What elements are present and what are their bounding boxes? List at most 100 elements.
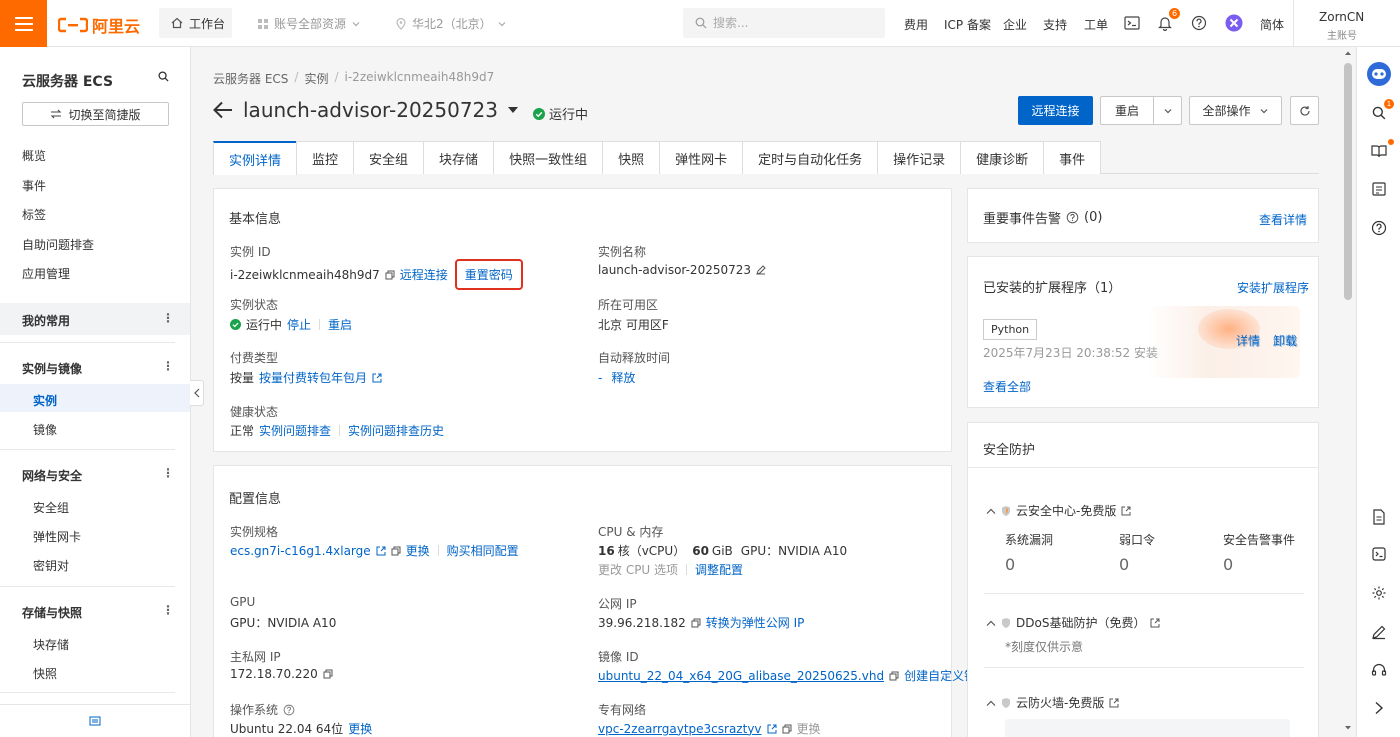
tab-health-diagnosis[interactable]: 健康诊断: [960, 141, 1045, 174]
alert-count[interactable]: 0: [1223, 555, 1233, 574]
logo[interactable]: 阿里云: [58, 13, 140, 37]
restart-link[interactable]: 重启: [328, 316, 352, 333]
sidebar-item-keypairs[interactable]: 密钥对: [33, 557, 69, 574]
copy-icon[interactable]: [889, 671, 899, 681]
more-icon[interactable]: ⋮: [162, 311, 174, 325]
copy-icon[interactable]: [391, 546, 401, 556]
buy-same-link[interactable]: 购买相同配置: [447, 542, 519, 559]
sidebar-group-instances-images[interactable]: 实例与镜像: [22, 360, 82, 377]
security-center-row[interactable]: 云安全中心-免费版: [986, 502, 1131, 519]
ddos-row[interactable]: DDoS基础防护（免费）: [986, 614, 1160, 631]
troubleshoot-history-link[interactable]: 实例问题排查历史: [348, 422, 444, 439]
region-dropdown[interactable]: 华北2（北京）: [395, 15, 507, 32]
sidebar-item-app-management[interactable]: 应用管理: [22, 265, 70, 282]
icp-link[interactable]: ICP 备案: [944, 16, 991, 33]
sidebar-item-events[interactable]: 事件: [22, 177, 46, 194]
menu-list-icon[interactable]: [89, 716, 101, 726]
assistant-robot-icon[interactable]: [1366, 61, 1392, 87]
tab-scheduled-tasks[interactable]: 定时与自动化任务: [742, 141, 879, 174]
enterprise-link[interactable]: 企业: [1003, 16, 1027, 33]
cli-icon[interactable]: [1369, 544, 1389, 564]
switch-simple-button[interactable]: 切换至简捷版: [22, 102, 169, 126]
document-icon[interactable]: [1369, 507, 1389, 527]
headset-icon[interactable]: [1369, 660, 1389, 680]
sidebar-item-block-storage[interactable]: 块存储: [33, 636, 69, 653]
firewall-row[interactable]: 云防火墙-免费版: [986, 694, 1119, 711]
ticket-link[interactable]: 工单: [1084, 16, 1108, 33]
chevron-right-icon[interactable]: [1369, 698, 1389, 718]
copy-icon[interactable]: [385, 270, 395, 280]
help-icon[interactable]: [1066, 211, 1079, 224]
tab-block-storage[interactable]: 块存储: [423, 141, 495, 174]
tab-snapshot-consistency-groups[interactable]: 快照一致性组: [493, 141, 604, 174]
sidebar-group-network-security[interactable]: 网络与安全: [22, 467, 82, 484]
sidebar-group-storage-snapshots[interactable]: 存储与快照: [22, 604, 82, 621]
tab-monitoring[interactable]: 监控: [296, 141, 355, 174]
external-link-icon[interactable]: [767, 724, 777, 734]
refresh-button[interactable]: [1290, 96, 1319, 125]
all-operations-dropdown[interactable]: 全部操作: [1189, 96, 1282, 125]
adjust-config-link[interactable]: 调整配置: [695, 561, 743, 578]
book-icon[interactable]: [1369, 141, 1389, 161]
language-switch[interactable]: 简体: [1260, 16, 1284, 33]
sidebar-group-my-common[interactable]: 我的常用: [22, 312, 70, 329]
tab-instance-details[interactable]: 实例详情: [213, 141, 298, 175]
sidebar-collapse-toggle[interactable]: [190, 380, 204, 406]
menu-icon[interactable]: [0, 0, 47, 47]
fees-link[interactable]: 费用: [904, 16, 928, 33]
workspace-button[interactable]: 工作台: [159, 8, 232, 38]
spec-value-link[interactable]: ecs.gn7i-c16g1.4xlarge: [230, 544, 371, 558]
image-id-link[interactable]: ubuntu_22_04_x64_20G_alibase_20250625.vh…: [598, 669, 884, 683]
tab-snapshots[interactable]: 快照: [602, 141, 661, 174]
tab-eni[interactable]: 弹性网卡: [659, 141, 744, 174]
copy-icon[interactable]: [691, 618, 701, 628]
terminal-icon[interactable]: [1122, 13, 1142, 33]
remote-connect-link[interactable]: 远程连接: [400, 266, 448, 283]
tab-security-groups[interactable]: 安全组: [353, 141, 425, 174]
resource-scope-dropdown[interactable]: 账号全部资源: [257, 15, 361, 32]
os-change-link[interactable]: 更换: [348, 720, 372, 737]
global-search[interactable]: [683, 8, 885, 38]
sidebar-item-instances[interactable]: 实例: [33, 392, 57, 409]
tab-operation-records[interactable]: 操作记录: [877, 141, 962, 174]
copy-icon[interactable]: [782, 724, 792, 734]
tab-events[interactable]: 事件: [1043, 141, 1102, 174]
copy-icon[interactable]: [323, 669, 333, 679]
user-name[interactable]: ZornCN: [1319, 10, 1364, 24]
spec-change-link[interactable]: 更换: [406, 542, 430, 559]
external-link-icon[interactable]: [376, 546, 386, 556]
convert-eip-link[interactable]: 转换为弹性公网 IP: [706, 614, 805, 631]
form-icon[interactable]: [1369, 179, 1389, 199]
more-icon[interactable]: ⋮: [162, 603, 174, 617]
caret-down-icon[interactable]: [507, 106, 519, 114]
sidebar-item-overview[interactable]: 概览: [22, 147, 46, 164]
vpc-link[interactable]: vpc-2zearrgaytpe3csraztyv: [598, 722, 762, 736]
install-extension-link[interactable]: 安装扩展程序: [1237, 279, 1309, 296]
more-icon[interactable]: ⋮: [162, 466, 174, 480]
search-input[interactable]: [713, 16, 873, 30]
breadcrumb-ecs[interactable]: 云服务器 ECS: [213, 70, 288, 87]
scrollbar-thumb[interactable]: [1344, 63, 1352, 300]
search-icon[interactable]: [158, 71, 169, 82]
view-all-link[interactable]: 查看全部: [983, 378, 1031, 395]
sidebar-item-images[interactable]: 镜像: [33, 421, 57, 438]
view-details-link[interactable]: 查看详情: [1259, 211, 1307, 228]
restart-button[interactable]: 重启: [1100, 96, 1154, 125]
sidebar-item-snapshots[interactable]: 快照: [33, 665, 57, 682]
scroll-down-icon[interactable]: [1344, 725, 1352, 731]
sidebar-item-security-groups[interactable]: 安全组: [33, 499, 69, 516]
billing-convert-link[interactable]: 按量付费转包年包月: [259, 369, 367, 386]
gear-icon[interactable]: [1369, 583, 1389, 603]
sidebar-item-eni[interactable]: 弹性网卡: [33, 528, 81, 545]
ai-assistant-icon[interactable]: [1224, 13, 1244, 33]
extension-detail-link-overlay[interactable]: 详情: [1236, 332, 1260, 349]
remote-connect-button[interactable]: 远程连接: [1018, 96, 1093, 125]
reset-password-link[interactable]: 重置密码: [454, 259, 523, 290]
sidebar-item-tags[interactable]: 标签: [22, 206, 46, 223]
extension-uninstall-link-overlay[interactable]: 卸载: [1273, 332, 1297, 349]
stop-link[interactable]: 停止: [287, 316, 311, 333]
edit-icon[interactable]: [756, 265, 766, 275]
help-icon[interactable]: [1189, 13, 1209, 33]
help-icon[interactable]: [1369, 218, 1389, 238]
sidebar-item-self-troubleshoot[interactable]: 自助问题排查: [22, 236, 94, 253]
